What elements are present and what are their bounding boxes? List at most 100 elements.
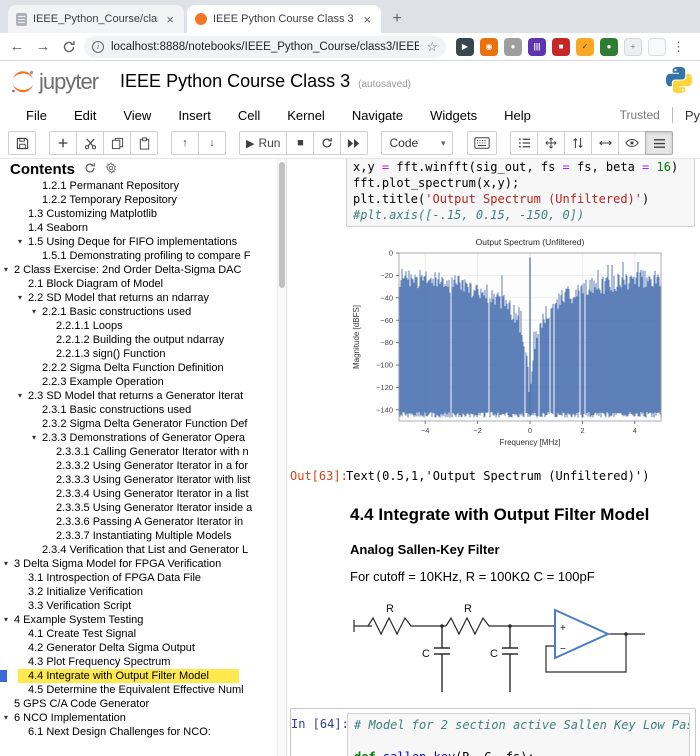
menu-cell[interactable]: Cell bbox=[238, 108, 260, 123]
toc-item[interactable]: 1.3 Customizing Matplotlib bbox=[0, 207, 286, 221]
menu-view[interactable]: View bbox=[123, 108, 151, 123]
toc-item[interactable]: ▾ 1.5 Using Deque for FIFO implementation… bbox=[0, 235, 286, 249]
address-input[interactable]: i localhost:8888/notebooks/IEEE_Python_C… bbox=[84, 35, 446, 58]
toc-item[interactable]: 2.2.3 Example Operation bbox=[0, 375, 286, 389]
command-palette-button[interactable] bbox=[467, 131, 498, 155]
toc-item[interactable]: 2.2.1.3 sign() Function bbox=[0, 347, 286, 361]
toc-item[interactable]: 2.3.3.5 Using Generator Iterator inside … bbox=[0, 501, 286, 515]
toc-item[interactable]: ▾ 2.3.3 Demonstrations of Generator Opera bbox=[0, 431, 286, 445]
toc-collapse-arrow-icon[interactable]: ▾ bbox=[4, 613, 14, 627]
extension-icon[interactable]: ■ bbox=[552, 37, 570, 56]
cut-cell-button[interactable] bbox=[76, 131, 104, 155]
extension-icon[interactable]: ▶ bbox=[456, 37, 474, 56]
toc-item[interactable]: 6.1 Next Design Challenges for NCO: bbox=[0, 725, 286, 739]
toc-collapse-arrow-icon[interactable]: ▾ bbox=[32, 305, 42, 319]
new-tab-button[interactable]: + bbox=[384, 6, 410, 32]
extension-icon[interactable]: ||| bbox=[528, 37, 546, 56]
refresh-button[interactable] bbox=[58, 36, 80, 58]
toc-collapse-arrow-icon[interactable]: ▾ bbox=[4, 557, 14, 571]
toc-item[interactable]: 1.2.1 Permanant Repository bbox=[0, 179, 286, 193]
toc-item[interactable]: ▾ 2.2 SD Model that returns an ndarray bbox=[0, 291, 286, 305]
bookmark-star-icon[interactable]: ☆ bbox=[426, 39, 438, 55]
toc-item[interactable]: 2.2.2 Sigma Delta Function Definition bbox=[0, 361, 286, 375]
toc-item[interactable]: 2.3.4 Verification that List and Generat… bbox=[0, 543, 286, 557]
menu-navigate[interactable]: Navigate bbox=[352, 108, 403, 123]
toc-item[interactable]: 2.2.1.2 Building the output ndarray bbox=[0, 333, 286, 347]
toc-collapse-arrow-icon[interactable]: ▾ bbox=[4, 711, 14, 725]
menu-help[interactable]: Help bbox=[504, 108, 531, 123]
toc-reload-icon[interactable] bbox=[84, 162, 96, 177]
toc-item[interactable]: ▾ 2.3 SD Model that returns a Generator I… bbox=[0, 389, 286, 403]
cell-type-dropdown[interactable]: Code ▾ bbox=[381, 131, 454, 155]
toc-item[interactable]: 2.3.3.1 Calling Generator Iterator with … bbox=[0, 445, 286, 459]
toc-item[interactable]: 1.2.2 Temporary Repository bbox=[0, 193, 286, 207]
toc-item[interactable]: 4.4 Integrate with Output Filter Model bbox=[0, 669, 286, 683]
sidebar-scrollbar[interactable] bbox=[277, 159, 286, 756]
extension-leftright-button[interactable] bbox=[591, 131, 620, 155]
extension-move-button[interactable] bbox=[537, 131, 566, 155]
toc-collapse-arrow-icon[interactable]: ▾ bbox=[18, 389, 28, 403]
toc-item[interactable]: 2.2.1.1 Loops bbox=[0, 319, 286, 333]
toc-item[interactable]: 2.3.2 Sigma Delta Generator Function Def bbox=[0, 417, 286, 431]
toc-item[interactable]: ▾ 2.2.1 Basic constructions used bbox=[0, 305, 286, 319]
code-editor[interactable]: x,y = fft.winfft(sig_out, fs = fs, beta … bbox=[346, 159, 695, 227]
toc-item[interactable]: 2.3.3.7 Instantiating Multiple Models bbox=[0, 529, 286, 543]
tab-close-icon[interactable]: × bbox=[164, 12, 176, 27]
add-cell-button[interactable] bbox=[49, 131, 77, 155]
toc-collapse-arrow-icon[interactable]: ▾ bbox=[4, 263, 14, 277]
extension-icon[interactable]: ● bbox=[600, 37, 618, 56]
hide-input-button[interactable] bbox=[618, 131, 647, 155]
toc-item[interactable]: 4.5 Determine the Equivalent Effective N… bbox=[0, 683, 286, 697]
paste-cell-button[interactable] bbox=[130, 131, 158, 155]
browser-menu-icon[interactable]: ⋮ bbox=[672, 39, 685, 55]
menu-edit[interactable]: Edit bbox=[74, 108, 96, 123]
extension-icon[interactable]: ● bbox=[504, 37, 522, 56]
toc-settings-icon[interactable] bbox=[105, 161, 117, 177]
extension-updown-button[interactable] bbox=[564, 131, 593, 155]
profile-avatar[interactable] bbox=[648, 37, 666, 56]
site-info-icon[interactable]: i bbox=[92, 40, 104, 53]
toc-item[interactable]: 2.3.1 Basic constructions used bbox=[0, 403, 286, 417]
menu-kernel[interactable]: Kernel bbox=[287, 108, 325, 123]
toc-collapse-arrow-icon[interactable]: ▾ bbox=[18, 291, 28, 305]
interrupt-kernel-button[interactable]: ■ bbox=[286, 131, 315, 155]
browser-tab-notebook[interactable]: IEEE Python Course Class 3 × bbox=[187, 5, 381, 33]
copy-cell-button[interactable] bbox=[103, 131, 131, 155]
notebook-title[interactable]: IEEE Python Course Class 3 bbox=[120, 71, 350, 92]
extension-list-button[interactable] bbox=[510, 131, 539, 155]
toc-item[interactable]: 1.5.1 Demonstrating profiling to compare… bbox=[0, 249, 286, 263]
table-of-contents-toggle-button[interactable] bbox=[645, 131, 674, 155]
toc-item[interactable]: 3.1 Introspection of FPGA Data File bbox=[0, 571, 286, 585]
toc-item[interactable]: 3.3 Verification Script bbox=[0, 599, 286, 613]
rss-extension-icon[interactable]: ◉ bbox=[480, 37, 498, 56]
toc-item[interactable]: 2.3.3.2 Using Generator Iterator in a fo… bbox=[0, 459, 286, 473]
code-cell-plot-spectrum[interactable]: x,y = fft.winfft(sig_out, fs = fs, beta … bbox=[290, 159, 700, 227]
restart-kernel-button[interactable] bbox=[313, 131, 342, 155]
toc-item[interactable]: 2.3.3.3 Using Generator Iterator with li… bbox=[0, 473, 286, 487]
menu-insert[interactable]: Insert bbox=[178, 108, 211, 123]
toc-item[interactable]: ▾ 4 Example System Testing bbox=[0, 613, 286, 627]
toc-collapse-arrow-icon[interactable]: ▾ bbox=[32, 431, 42, 445]
extension-icon[interactable]: + bbox=[624, 37, 642, 56]
tab-close-icon[interactable]: × bbox=[361, 12, 373, 27]
toc-item[interactable]: 2.3.3.6 Passing A Generator Iterator in bbox=[0, 515, 286, 529]
save-button[interactable] bbox=[8, 131, 36, 155]
toc-item[interactable]: 2.3.3.4 Using Generator Iterator in a li… bbox=[0, 487, 286, 501]
markdown-c4ell[interactable]: 4.4 Integrate with Output Filter Model A… bbox=[290, 483, 700, 700]
toc-item[interactable]: 4.1 Create Test Signal bbox=[0, 627, 286, 641]
toc-collapse-arrow-icon[interactable]: ▾ bbox=[18, 235, 28, 249]
menu-file[interactable]: File bbox=[26, 108, 47, 123]
toc-item[interactable]: ▾ 6 NCO Implementation bbox=[0, 711, 286, 725]
jupyter-logo[interactable]: jupyter bbox=[10, 69, 99, 95]
scrollbar-thumb[interactable] bbox=[279, 162, 285, 288]
code-editor[interactable]: # Model for 2 section active Sallen Key … bbox=[347, 713, 690, 756]
back-button[interactable]: ← bbox=[6, 36, 28, 58]
run-button[interactable]: ▶ Run bbox=[239, 131, 288, 155]
toc-item[interactable]: 5 GPS C/A Code Generator bbox=[0, 697, 286, 711]
selected-code-cell[interactable]: In [64]: # Model for 2 section active Sa… bbox=[290, 708, 696, 756]
extension-icon[interactable]: ✓ bbox=[576, 37, 594, 56]
forward-button[interactable]: → bbox=[32, 36, 54, 58]
browser-tab-notebook-list[interactable]: IEEE_Python_Course/class3/ × bbox=[8, 5, 184, 33]
toc-item[interactable]: 3.2 Initialize Verification bbox=[0, 585, 286, 599]
toc-item[interactable]: 4.3 Plot Frequency Spectrum bbox=[0, 655, 286, 669]
